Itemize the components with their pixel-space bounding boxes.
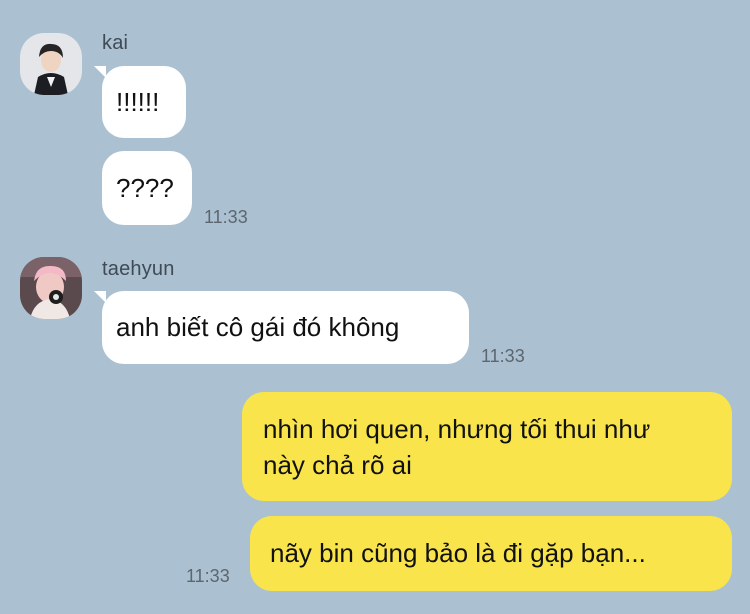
sender-name-taehyun: taehyun [102,258,175,280]
person-photo-icon [20,257,82,319]
message-text: anh biết cô gái đó không [116,312,400,342]
message-bubble[interactable]: nãy bin cũng bảo là đi gặp bạn... [250,516,732,591]
message-text: ???? [116,173,174,203]
kai-avatar[interactable] [20,33,82,95]
message-timestamp: 11:33 [204,207,248,227]
taehyun-avatar[interactable] [20,257,82,319]
message-bubble[interactable]: nhìn hơi quen, nhưng tối thui như này ch… [242,392,732,501]
message-text: !!!!!! [116,87,160,117]
message-bubble[interactable]: anh biết cô gái đó không [102,291,469,364]
message-timestamp: 11:33 [186,566,230,586]
message-bubble[interactable]: ???? [102,151,192,225]
message-bubble[interactable]: !!!!!! [102,66,186,138]
person-photo-icon [20,33,82,95]
message-text-line: nhìn hơi quen, nhưng tối thui như [263,414,651,444]
message-timestamp: 11:33 [481,346,525,366]
message-text-line: này chả rõ ai [263,450,412,480]
sender-name-kai: kai [102,32,129,54]
message-text: nãy bin cũng bảo là đi gặp bạn... [270,538,646,568]
